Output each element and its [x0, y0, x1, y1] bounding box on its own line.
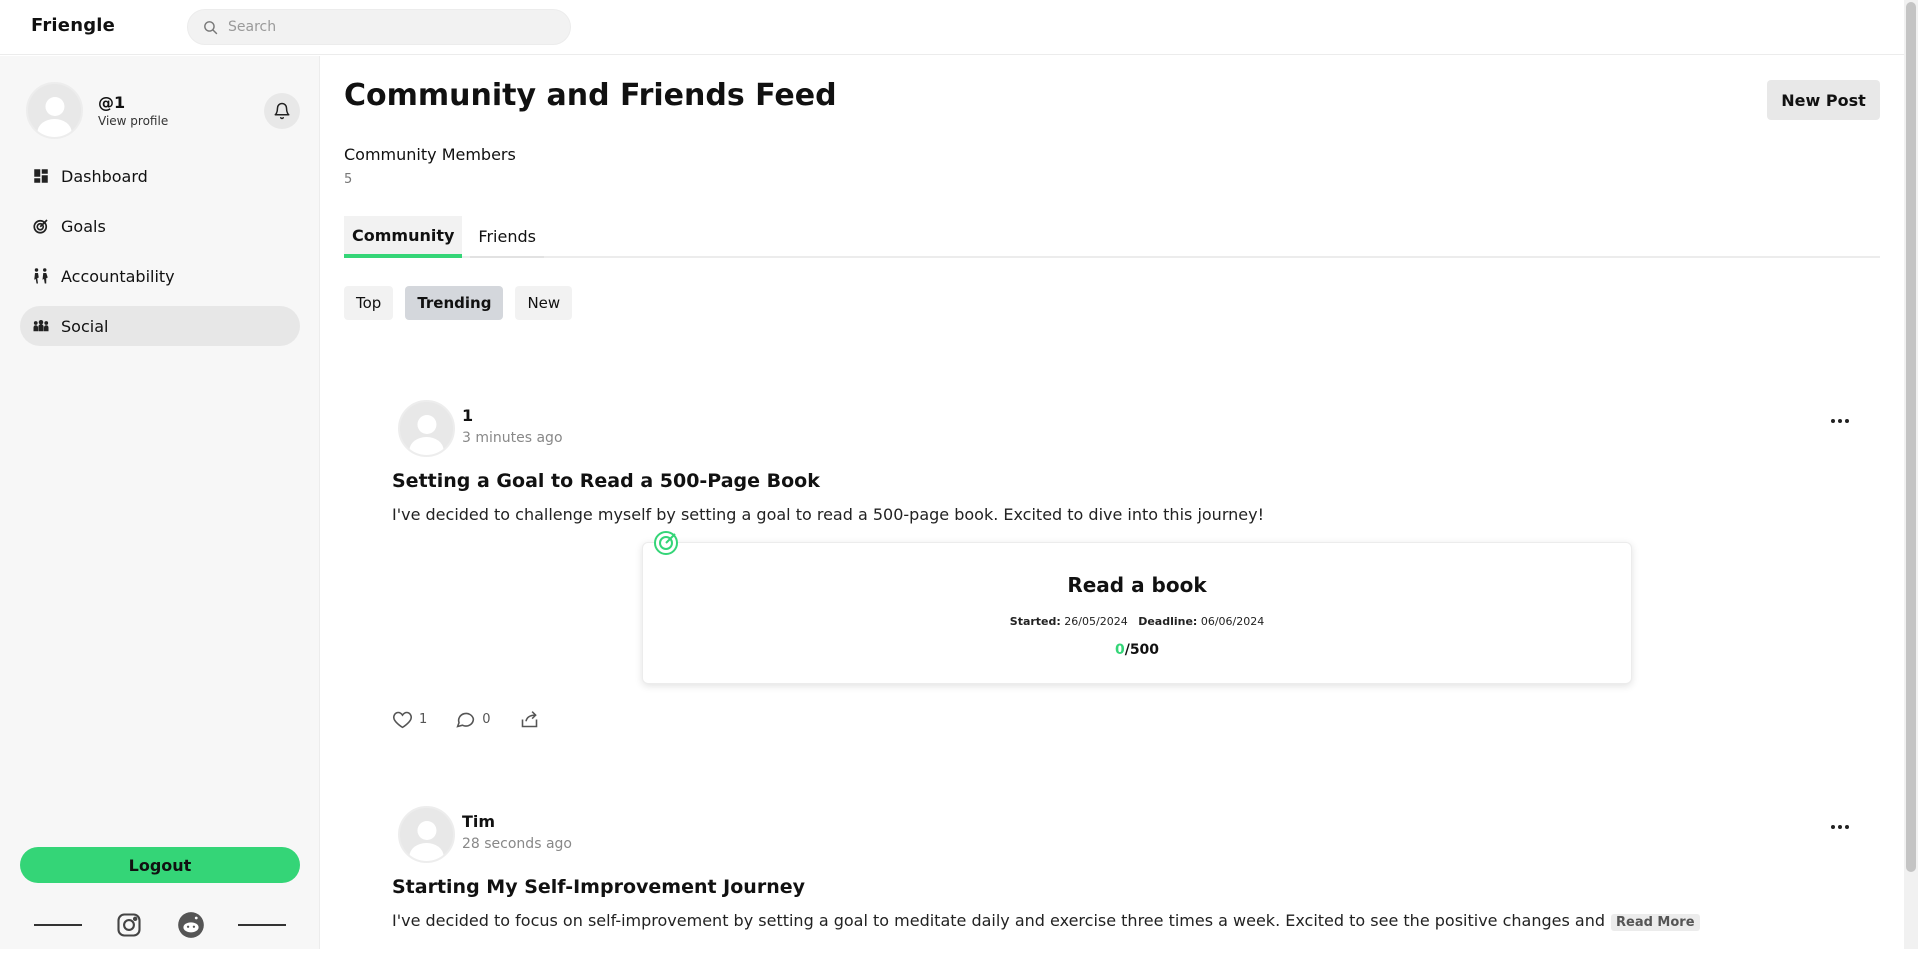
- instagram-icon[interactable]: [115, 911, 143, 939]
- sidebar-item-social[interactable]: Social: [20, 306, 300, 346]
- post-author-avatar[interactable]: [398, 806, 455, 863]
- social-links: [34, 908, 286, 942]
- deadline-date: 06/06/2024: [1200, 615, 1265, 628]
- search-icon: [204, 20, 218, 34]
- post-author[interactable]: Tim: [462, 812, 495, 831]
- post-body: I've decided to focus on self-improvemen…: [392, 911, 1700, 931]
- goal-progress-total: /500: [1124, 642, 1160, 658]
- post-timestamp: 3 minutes ago: [462, 430, 563, 446]
- scrollbar[interactable]: [1904, 0, 1918, 949]
- post-card: 1 3 minutes ago Setting a Goal to Read a…: [368, 400, 1868, 800]
- started-label: Started:: [1009, 615, 1061, 628]
- comment-count: 0: [482, 712, 491, 727]
- more-options-icon[interactable]: [1828, 414, 1852, 428]
- heart-icon: [393, 711, 412, 729]
- share-icon: [521, 711, 537, 728]
- post-author-avatar[interactable]: [398, 400, 455, 457]
- post-body: I've decided to challenge myself by sett…: [392, 505, 1264, 524]
- sidebar-item-label: Dashboard: [61, 166, 148, 186]
- divider: [34, 924, 82, 926]
- new-post-button[interactable]: New Post: [1767, 80, 1880, 120]
- target-icon: [33, 219, 48, 234]
- read-more-button[interactable]: Read More: [1611, 914, 1700, 931]
- goal-progress-current: 0: [1114, 642, 1125, 658]
- community-members-count: 5: [344, 172, 353, 187]
- share-button[interactable]: [519, 709, 546, 730]
- post-author[interactable]: 1: [462, 406, 473, 425]
- started-date: 26/05/2024: [1064, 615, 1128, 628]
- post-actions: 1 0: [392, 709, 574, 730]
- search-input[interactable]: [228, 19, 558, 35]
- tab-community[interactable]: Community: [344, 216, 463, 258]
- filter-top[interactable]: Top: [344, 286, 394, 320]
- page-title: Community and Friends Feed: [344, 78, 837, 113]
- more-options-icon[interactable]: [1828, 820, 1852, 834]
- sidebar-item-accountability[interactable]: Accountability: [20, 256, 300, 296]
- post-card: Tim 28 seconds ago Starting My Self-Impr…: [368, 806, 1868, 956]
- deadline-label: Deadline:: [1138, 615, 1198, 628]
- feed-tabs: Community Friends: [344, 216, 1880, 258]
- profile-block[interactable]: @1 View profile: [26, 82, 168, 139]
- filter-trending[interactable]: Trending: [405, 286, 504, 320]
- target-icon: [654, 531, 678, 555]
- notifications-button[interactable]: [264, 93, 300, 129]
- goal-card[interactable]: Read a book Started: 26/05/2024 Deadline…: [642, 531, 1632, 684]
- bell-icon: [274, 102, 290, 120]
- post-body-text: I've decided to focus on self-improvemen…: [392, 911, 1605, 930]
- tab-friends[interactable]: Friends: [470, 216, 544, 258]
- profile-handle: @1: [98, 93, 126, 112]
- like-button[interactable]: 1: [392, 709, 427, 730]
- avatar[interactable]: [26, 82, 83, 139]
- community-members-label: Community Members: [344, 145, 516, 164]
- post-timestamp: 28 seconds ago: [462, 836, 572, 852]
- comment-button[interactable]: 0: [455, 709, 491, 730]
- sidebar-item-label: Social: [61, 316, 109, 336]
- comment-icon: [456, 712, 475, 728]
- post-title: Setting a Goal to Read a 500-Page Book: [392, 470, 820, 492]
- goal-progress: 0/500: [643, 642, 1631, 658]
- sort-filters: Top Trending New: [344, 286, 584, 320]
- sidebar-item-goals[interactable]: Goals: [20, 206, 300, 246]
- like-count: 1: [419, 712, 428, 727]
- sidebar-item-label: Goals: [61, 216, 106, 236]
- top-bar: Friengle: [0, 0, 1904, 55]
- brand-logo[interactable]: Friengle: [31, 15, 115, 36]
- sidebar-item-label: Accountability: [61, 266, 175, 286]
- sidebar-item-dashboard[interactable]: Dashboard: [20, 156, 300, 196]
- filter-new[interactable]: New: [515, 286, 573, 320]
- goal-title: Read a book: [1067, 573, 1207, 597]
- scrollbar-thumb[interactable]: [1906, 2, 1916, 872]
- post-title: Starting My Self-Improvement Journey: [392, 876, 805, 898]
- logout-button[interactable]: Logout: [20, 847, 300, 883]
- sidebar: @1 View profile Dashboard Goals Accounta…: [0, 56, 320, 949]
- divider: [237, 924, 286, 926]
- people-walking-icon: [34, 268, 48, 284]
- group-icon: [33, 320, 49, 332]
- reddit-icon[interactable]: [177, 911, 205, 939]
- sidebar-nav: Dashboard Goals Accountability Social: [20, 156, 300, 356]
- dashboard-icon: [34, 169, 48, 183]
- goal-dates: Started: 26/05/2024 Deadline: 06/06/2024: [643, 615, 1631, 628]
- search-box[interactable]: [187, 9, 571, 45]
- view-profile-link[interactable]: View profile: [98, 114, 168, 128]
